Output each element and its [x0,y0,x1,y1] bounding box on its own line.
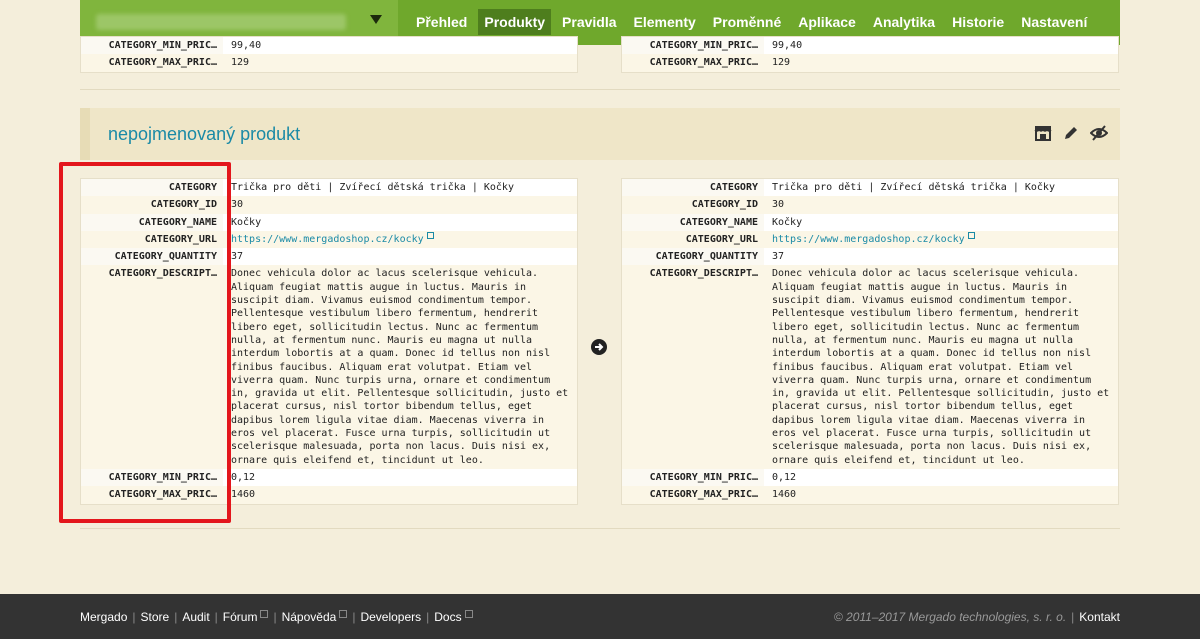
table-row: CATEGORY_MIN_PRIC… 99,40 [622,37,1118,55]
field-value: Donec vehicula dolor ac lacus scelerisqu… [223,265,577,469]
footer-link-fórum[interactable]: Fórum [223,610,258,624]
external-link-icon [967,231,975,239]
field-value-link: https://www.mergadoshop.cz/kocky [764,230,1118,249]
field-value: 0,12 [772,471,797,483]
external-link-icon [464,610,473,618]
table-row: CATEGORY_NAME Kočky [622,213,1118,231]
table-row: CATEGORY_MIN_PRIC… 0,12 [622,468,1118,487]
footer-separator: | [352,610,356,624]
field-value-link: https://www.mergadoshop.cz/kocky [223,230,577,249]
nav-item-historie[interactable]: Historie [946,9,1010,35]
table-row: CATEGORY_ID 30 [622,196,1118,214]
field-value: 1460 [764,486,1118,504]
field-key: CATEGORY_DESCRIPT… [622,265,764,469]
field-value: 129 [764,54,1118,72]
nav-item-produkty[interactable]: Produkty [478,9,552,35]
field-key: CATEGORY_MIN_PRIC… [622,468,764,487]
nav-item-přehled[interactable]: Přehled [410,9,473,35]
field-key: CATEGORY_ID [622,196,764,214]
field-value: Donec vehicula dolor ac lacus scelerisqu… [764,265,1118,469]
field-value: Trička pro děti | Zvířecí dětská trička … [231,182,514,193]
table-row: CATEGORY_MIN_PRIC… 99,40 [81,37,577,55]
field-value: 37 [231,251,244,263]
field-value: 37 [772,251,785,263]
footer-link-developers[interactable]: Developers [360,610,421,624]
field-value: 30 [223,196,577,214]
footer-separator: | [132,610,136,624]
field-key: CATEGORY_MIN_PRIC… [81,37,223,55]
field-key: CATEGORY_NAME [622,213,764,231]
copyright-text: © 2011–2017 Mergado technologies, s. r. … [833,610,1067,624]
field-value: 30 [764,196,1118,214]
caret-down-icon[interactable] [370,15,382,24]
table-row: CATEGORY Trička pro děti | Zvířecí dětská… [622,179,1118,197]
table-row: CATEGORY_DESCRIPT… Donec vehicula dolor a… [622,265,1118,469]
field-key: CATEGORY_QUANTITY [622,248,764,266]
product-table-right: CATEGORY Trička pro děti | Zvířecí dětská… [621,178,1119,505]
category-url-link[interactable]: https://www.mergadoshop.cz/kocky [772,234,965,245]
nav-item-analytika[interactable]: Analytika [867,9,941,35]
field-value: Kočky [231,216,262,228]
field-key: CATEGORY_MIN_PRIC… [622,37,764,55]
footer-link-docs[interactable]: Docs [434,610,461,624]
nav-item-nastavení[interactable]: Nastavení [1015,9,1093,35]
footer-separator: | [426,610,430,624]
arrow-right-icon[interactable] [591,339,607,355]
nav-item-elementy[interactable]: Elementy [628,9,702,35]
field-key: CATEGORY [622,179,764,197]
table-row: CATEGORY_QUANTITY 37 [622,248,1118,266]
field-key: CATEGORY_URL [622,230,764,249]
divider [80,528,1120,529]
footer-separator: | [174,610,178,624]
main-nav: Přehled Produkty Pravidla Elementy Proměnné A… [410,9,1098,35]
nav-item-pravidla[interactable]: Pravidla [556,9,622,35]
footer-link-store[interactable]: Store [141,610,170,624]
footer-links: Mergado | Store | Audit | Fórum | Nápověda | Devel… [80,610,473,624]
previous-product-table-left: CATEGORY_MIN_PRIC… 99,40 CATEGORY_MAX_PRIC… [80,36,578,73]
footer-separator: | [1071,610,1075,624]
external-link-icon [260,610,269,618]
category-url-link[interactable]: https://www.mergadoshop.cz/kocky [231,234,424,245]
field-value: Kočky [772,216,803,228]
external-link-icon [339,610,348,618]
footer-link-contact[interactable]: Kontakt [1079,610,1120,624]
field-value: 129 [223,54,577,72]
store-icon[interactable] [1034,124,1052,142]
pencil-icon[interactable] [1062,124,1080,142]
divider [80,89,1120,90]
footer-separator: | [214,610,218,624]
annotation-highlight-box [59,162,231,523]
shop-name-blurred [96,14,346,30]
nav-item-aplikace[interactable]: Aplikace [792,9,862,35]
table-row: CATEGORY_MAX_PRIC… 129 [622,54,1118,72]
field-value: 99,40 [772,40,803,51]
field-value: 99,40 [231,40,262,51]
table-row: CATEGORY_MAX_PRIC… 129 [81,54,577,72]
field-value: 0,12 [231,471,256,483]
nav-item-proměnné[interactable]: Proměnné [707,9,787,35]
footer-link-nápověda[interactable]: Nápověda [282,610,337,624]
field-key: CATEGORY_MAX_PRIC… [622,486,764,504]
previous-product-table-right: CATEGORY_MIN_PRIC… 99,40 CATEGORY_MAX_PRIC… [621,36,1119,73]
eye-slash-icon[interactable] [1089,124,1109,142]
table-row: CATEGORY_MAX_PRIC… 1460 [622,486,1118,504]
field-value: Trička pro děti | Zvířecí dětská trička … [772,182,1055,193]
external-link-icon [426,231,434,239]
footer: Mergado | Store | Audit | Fórum | Nápověda | Devel… [0,594,1200,639]
table-row: CATEGORY_URL https://www.mergadoshop.cz/k… [622,230,1118,249]
field-value: 1460 [223,486,577,504]
footer-right: © 2011–2017 Mergado technologies, s. r. … [834,610,1120,624]
field-key: CATEGORY_MAX_PRIC… [81,54,223,72]
product-title: nepojmenovaný produkt [108,124,301,144]
product-actions [1034,124,1109,142]
footer-link-audit[interactable]: Audit [182,610,209,624]
footer-link-mergado[interactable]: Mergado [80,610,127,624]
footer-separator: | [273,610,277,624]
product-header: nepojmenovaný produkt [80,108,1120,160]
field-key: CATEGORY_MAX_PRIC… [622,54,764,72]
